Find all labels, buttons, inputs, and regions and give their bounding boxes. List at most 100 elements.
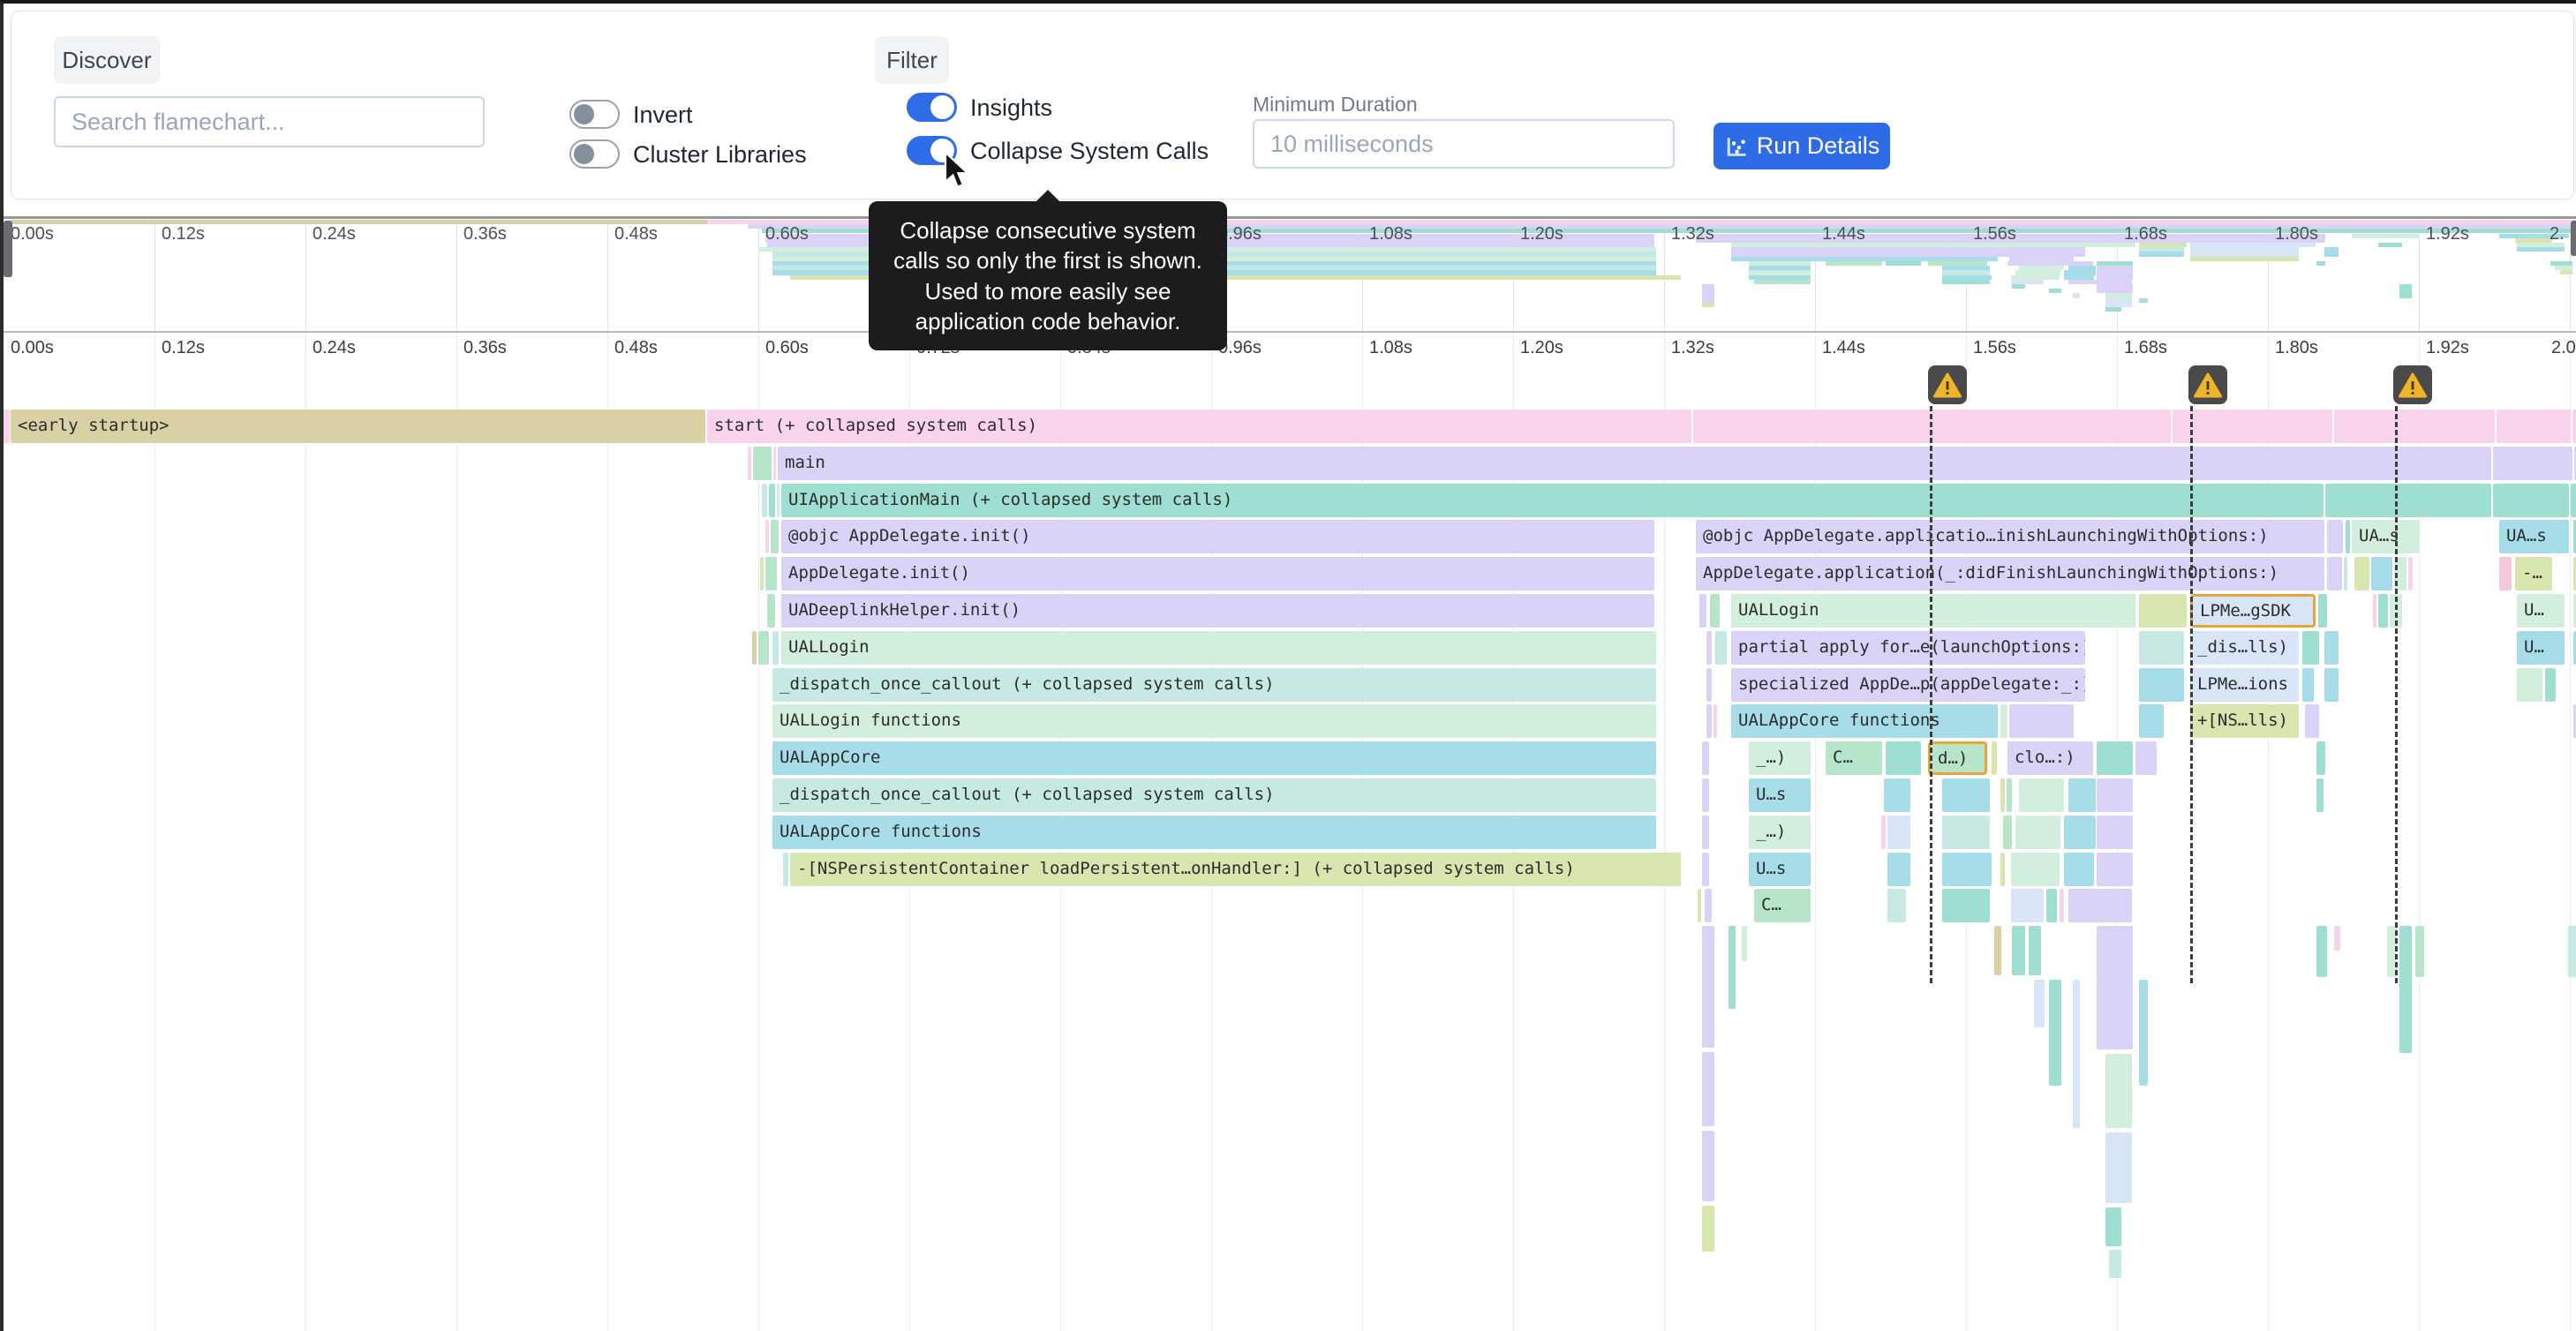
- flame-bar[interactable]: [4, 410, 10, 443]
- flame-bar[interactable]: [2139, 631, 2184, 665]
- flame-bar[interactable]: [758, 631, 769, 665]
- flame-bar[interactable]: [2011, 853, 2060, 886]
- flame-bar[interactable]: [2000, 704, 2007, 738]
- cluster-libraries-toggle[interactable]: [569, 139, 620, 169]
- flame-bar[interactable]: [772, 631, 779, 665]
- flame-bar[interactable]: [2139, 668, 2184, 702]
- flame-column-segment[interactable]: [1729, 926, 1736, 1009]
- flame-bar[interactable]: [753, 447, 772, 480]
- flame-bar[interactable]: [1992, 741, 1997, 775]
- flame-bar[interactable]: [2173, 410, 2332, 443]
- flame-bar[interactable]: [2011, 889, 2044, 922]
- flame-bar[interactable]: [2344, 557, 2347, 590]
- flame-bar[interactable]: [1942, 778, 1990, 812]
- flame-column-segment[interactable]: [1702, 1206, 1714, 1252]
- flame-bar[interactable]: [1705, 889, 1712, 922]
- flame-bar[interactable]: [1942, 889, 1990, 922]
- flame-bar[interactable]: start (+ collapsed system calls): [707, 410, 1691, 443]
- flame-column-segment[interactable]: [2029, 926, 2041, 975]
- flame-bar[interactable]: [2302, 668, 2314, 702]
- flame-bar[interactable]: [777, 484, 780, 517]
- flame-bar[interactable]: [1881, 816, 1886, 849]
- minimum-duration-input[interactable]: 10 milliseconds: [1253, 119, 1675, 169]
- flame-bar[interactable]: @objc AppDelegate.init(): [781, 520, 1654, 553]
- flame-bar[interactable]: UADeeplinkHelper.init(): [781, 594, 1654, 628]
- flame-bar[interactable]: [2545, 668, 2556, 702]
- flame-bar[interactable]: [2378, 594, 2388, 628]
- flame-bar[interactable]: [2139, 704, 2164, 738]
- flame-bar[interactable]: [1887, 889, 1906, 922]
- flame-bar[interactable]: [1942, 853, 1992, 886]
- flame-column-segment[interactable]: [1702, 1052, 1714, 1126]
- flame-bar[interactable]: [2571, 484, 2576, 517]
- flame-bar[interactable]: AppDelegate.application(_:didFinishLaunc…: [1696, 557, 2324, 590]
- flame-bar[interactable]: [1887, 816, 1910, 849]
- flame-bar[interactable]: _…): [1749, 816, 1811, 849]
- flame-bar[interactable]: UALAppCore: [772, 741, 1656, 775]
- warning-icon[interactable]: [1928, 365, 1967, 404]
- invert-toggle[interactable]: [569, 100, 620, 129]
- flame-bar[interactable]: [783, 853, 788, 886]
- flame-bar[interactable]: C…: [1754, 889, 1811, 922]
- flame-bar[interactable]: [2305, 704, 2319, 738]
- insights-toggle[interactable]: [907, 93, 957, 122]
- flame-bar[interactable]: [1886, 741, 1921, 775]
- flame-bar[interactable]: [767, 594, 775, 628]
- flame-bar[interactable]: [2499, 557, 2512, 590]
- flame-column-segment[interactable]: [2415, 926, 2424, 977]
- flame-bar[interactable]: [2007, 778, 2012, 812]
- flame-bar[interactable]: UIApplicationMain (+ collapsed system ca…: [781, 484, 2324, 517]
- flame-column-segment[interactable]: [2012, 926, 2025, 975]
- flame-bar[interactable]: [1714, 704, 1717, 738]
- flame-bar[interactable]: [773, 447, 776, 480]
- flame-column-segment[interactable]: [2334, 926, 2340, 951]
- flame-bar[interactable]: [1884, 778, 1910, 812]
- flame-column-segment[interactable]: [2105, 1207, 2121, 1246]
- warning-icon[interactable]: [2393, 365, 2432, 404]
- flame-bar[interactable]: +[NS…lls): [2190, 704, 2299, 738]
- flame-bar[interactable]: U…: [2517, 631, 2565, 665]
- flame-column-segment[interactable]: [2109, 1250, 2121, 1278]
- flame-bar[interactable]: [2327, 520, 2343, 553]
- flame-bar[interactable]: [2324, 668, 2339, 702]
- flame-bar[interactable]: [2064, 853, 2094, 886]
- flame-bar[interactable]: [2097, 741, 2133, 775]
- flame-bar[interactable]: [748, 447, 751, 480]
- flame-bar[interactable]: _dispatch_once_callout (+ collapsed syst…: [772, 668, 1656, 702]
- flame-bar[interactable]: [2064, 816, 2096, 849]
- flame-bar[interactable]: <early startup>: [11, 410, 705, 443]
- flame-bar[interactable]: UALLogin: [1731, 594, 2135, 628]
- flame-bar[interactable]: [2019, 778, 2064, 812]
- flame-bar[interactable]: [2318, 594, 2327, 628]
- flame-column-segment[interactable]: [2105, 1132, 2132, 1203]
- flame-bar[interactable]: C…: [1826, 741, 1882, 775]
- flame-bar[interactable]: [1942, 816, 1990, 849]
- flame-bar[interactable]: [2003, 816, 2012, 849]
- flame-column-segment[interactable]: [2097, 926, 2133, 1049]
- flame-bar[interactable]: [1710, 594, 1720, 628]
- flame-bar[interactable]: UALAppCore functions: [772, 816, 1656, 849]
- flame-column-segment[interactable]: [1702, 1131, 1714, 1201]
- flame-bar[interactable]: [2000, 853, 2005, 886]
- flame-bar[interactable]: [2497, 410, 2571, 443]
- flame-bar[interactable]: [1702, 853, 1709, 886]
- warning-icon[interactable]: [2188, 365, 2227, 404]
- flame-column-segment[interactable]: [2049, 980, 2061, 1086]
- flame-bar[interactable]: [2068, 778, 2096, 812]
- flame-bar[interactable]: UA…s: [2352, 520, 2420, 553]
- flame-bar[interactable]: [765, 520, 769, 553]
- flame-bar[interactable]: [2135, 741, 2157, 775]
- flame-bar[interactable]: [2097, 816, 2133, 849]
- flame-bar[interactable]: [2060, 889, 2064, 922]
- flame-bar[interactable]: U…: [2517, 594, 2565, 628]
- flame-bar[interactable]: [2334, 410, 2495, 443]
- flame-bar[interactable]: [2097, 778, 2133, 812]
- flame-bar[interactable]: [1702, 778, 1709, 812]
- flame-bar[interactable]: _…): [1749, 741, 1811, 775]
- flame-bar[interactable]: AppDelegate.init(): [781, 557, 1654, 590]
- flame-bar[interactable]: [760, 557, 764, 590]
- flame-bar[interactable]: [2000, 778, 2005, 812]
- discover-button[interactable]: Discover: [54, 36, 160, 84]
- flame-bar[interactable]: [765, 557, 777, 590]
- flame-bar[interactable]: [2015, 816, 2060, 849]
